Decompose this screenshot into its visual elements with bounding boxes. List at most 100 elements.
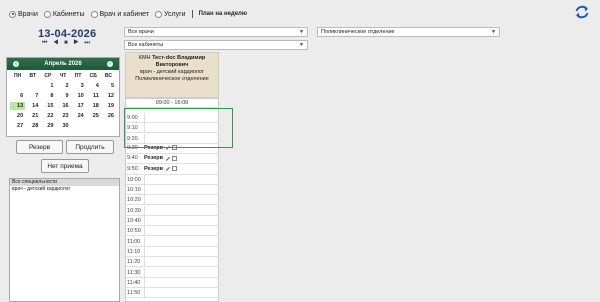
weekday-header: СР [44,73,52,79]
calendar-day[interactable]: 25 [86,112,101,120]
empty-slot[interactable] [144,113,219,122]
calendar-day[interactable]: 6 [10,92,25,100]
time-slot-row[interactable]: 9:20 [126,133,219,144]
radio-dot[interactable] [43,10,51,18]
working-hours: 09:00 - 16:00 [126,99,218,108]
calendar-day[interactable]: 27 [10,122,25,130]
calendar-day[interactable]: 4 [86,82,101,90]
calendar-day[interactable]: 9 [55,92,70,100]
empty-slot[interactable] [144,174,219,184]
calendar-day[interactable]: 13 [10,102,26,110]
calendar-day[interactable]: 22 [40,112,55,120]
calendar-day[interactable]: 19 [101,102,116,110]
calendar-day[interactable]: 21 [25,112,40,120]
time-slot-row[interactable]: 10:30 [126,205,219,216]
reserve-button[interactable]: Резерв [16,140,63,154]
slot-checkbox[interactable] [172,166,178,171]
radio-doctors[interactable]: Врачи [9,10,38,18]
time-slot-row[interactable]: 10:40 [126,216,219,226]
time-slot-row[interactable]: 10:10 [126,185,219,196]
time-slot-row[interactable]: 9:00 [126,113,219,123]
calendar-day[interactable]: 18 [86,102,101,110]
time-slot-row[interactable]: 11:30 [126,267,219,278]
radio-dot[interactable] [90,10,98,18]
empty-slot[interactable] [144,267,219,277]
empty-slot[interactable] [144,246,219,256]
empty-slot[interactable] [144,205,219,215]
calendar-day[interactable]: 30 [55,122,70,130]
time-slot-row[interactable]: 11:00 [126,236,219,247]
calendar-day[interactable]: 11 [86,92,101,100]
empty-slot[interactable] [144,226,219,236]
time-slot-row[interactable]: 10:20 [126,195,219,206]
pencil-icon[interactable] [165,145,171,151]
list-item[interactable]: Все специальности [10,179,119,186]
calendar-day[interactable]: 23 [55,112,70,120]
weekday-header: ПН [13,73,22,79]
time-slot-row[interactable]: 9:30 Резерв [126,144,219,154]
calendar-day[interactable]: 2 [55,82,70,90]
time-slot-row[interactable]: 9:40 Резерв [126,154,219,165]
radio-services[interactable]: Услуги [155,10,186,18]
department-select[interactable]: Поликлиническое отделение ▼ [317,27,500,37]
empty-slot[interactable] [144,288,219,298]
pencil-icon[interactable] [165,156,171,161]
extend-button[interactable]: Продлить [66,140,114,154]
time-slot-row[interactable]: 10:50 [126,226,219,237]
calendar-day[interactable]: 1 [40,82,55,90]
slot-time: 9:50 [127,165,138,172]
time-slot-row[interactable]: 11:10 [126,246,219,257]
time-slot-row[interactable]: 9:10 [126,123,219,134]
time-slot-row[interactable]: 10:00 [126,174,219,185]
calendar-day[interactable]: 12 [101,92,116,100]
calendar-day[interactable]: 17 [71,102,86,110]
calendar-day[interactable]: 26 [101,112,116,120]
calendar-day[interactable]: 8 [40,92,55,100]
empty-slot[interactable] [144,257,219,267]
calendar-day[interactable]: 7 [25,92,40,100]
calendar-empty-cell [10,82,25,90]
empty-slot[interactable] [144,195,219,205]
no-reception-button[interactable]: Нет приема [41,159,89,173]
date-nav-arrows[interactable]: ⏮ ◀ ■ ▶ ⏭ [42,40,92,47]
cabinets-select[interactable]: Все кабинеты ▼ [124,40,308,50]
list-item[interactable]: врач - детский кардиолог [10,186,119,193]
reserve-label: Резерв [144,145,178,151]
radio-cabinets[interactable]: Кабинеты [43,10,85,18]
calendar-day[interactable]: 29 [40,122,55,130]
calendar-day[interactable]: 10 [71,92,86,100]
empty-slot[interactable] [144,277,219,287]
radio-doctor-and-cabinet[interactable]: Врач и кабинет [90,10,149,18]
pencil-icon[interactable] [165,166,171,171]
slot-checkbox[interactable] [172,155,178,161]
empty-slot[interactable] [144,236,219,246]
time-slot-row[interactable]: 11:40 [126,277,219,288]
weekday-header: ВС [104,73,112,79]
time-slot-row[interactable]: 9:50 Резерв [126,165,219,175]
calendar-day[interactable]: 24 [71,112,86,120]
empty-slot[interactable] [144,133,219,143]
next-month-icon[interactable]: › [107,61,113,67]
calendar-day[interactable]: 14 [25,102,40,110]
empty-slot[interactable] [144,216,219,225]
calendar-day[interactable]: 16 [55,102,70,110]
week-plan-link[interactable]: План на неделю [199,11,247,17]
prev-month-icon[interactable]: ‹ [13,61,19,67]
doctors-select[interactable]: Все врачи ▼ [124,27,308,37]
calendar-day[interactable]: 5 [101,82,116,90]
radio-dot[interactable] [155,10,163,18]
refresh-icon[interactable] [574,4,590,20]
calendar-day[interactable]: 28 [25,122,40,130]
doctor-card[interactable]: КМН Тест-doc Владимир Викторович врач - … [125,52,219,98]
calendar-day[interactable]: 3 [71,82,86,90]
current-date: 13-04-2026 [38,28,97,40]
calendar-day[interactable]: 20 [10,112,25,120]
slot-checkbox[interactable] [172,145,178,151]
calendar-day[interactable]: 15 [40,102,55,110]
slot-time: 11:50 [127,290,141,297]
time-slot-row[interactable]: 11:20 [126,257,219,268]
time-slot-row[interactable]: 11:50 [126,288,219,299]
empty-slot[interactable] [144,185,219,195]
empty-slot[interactable] [144,123,219,133]
radio-dot[interactable] [9,10,16,18]
